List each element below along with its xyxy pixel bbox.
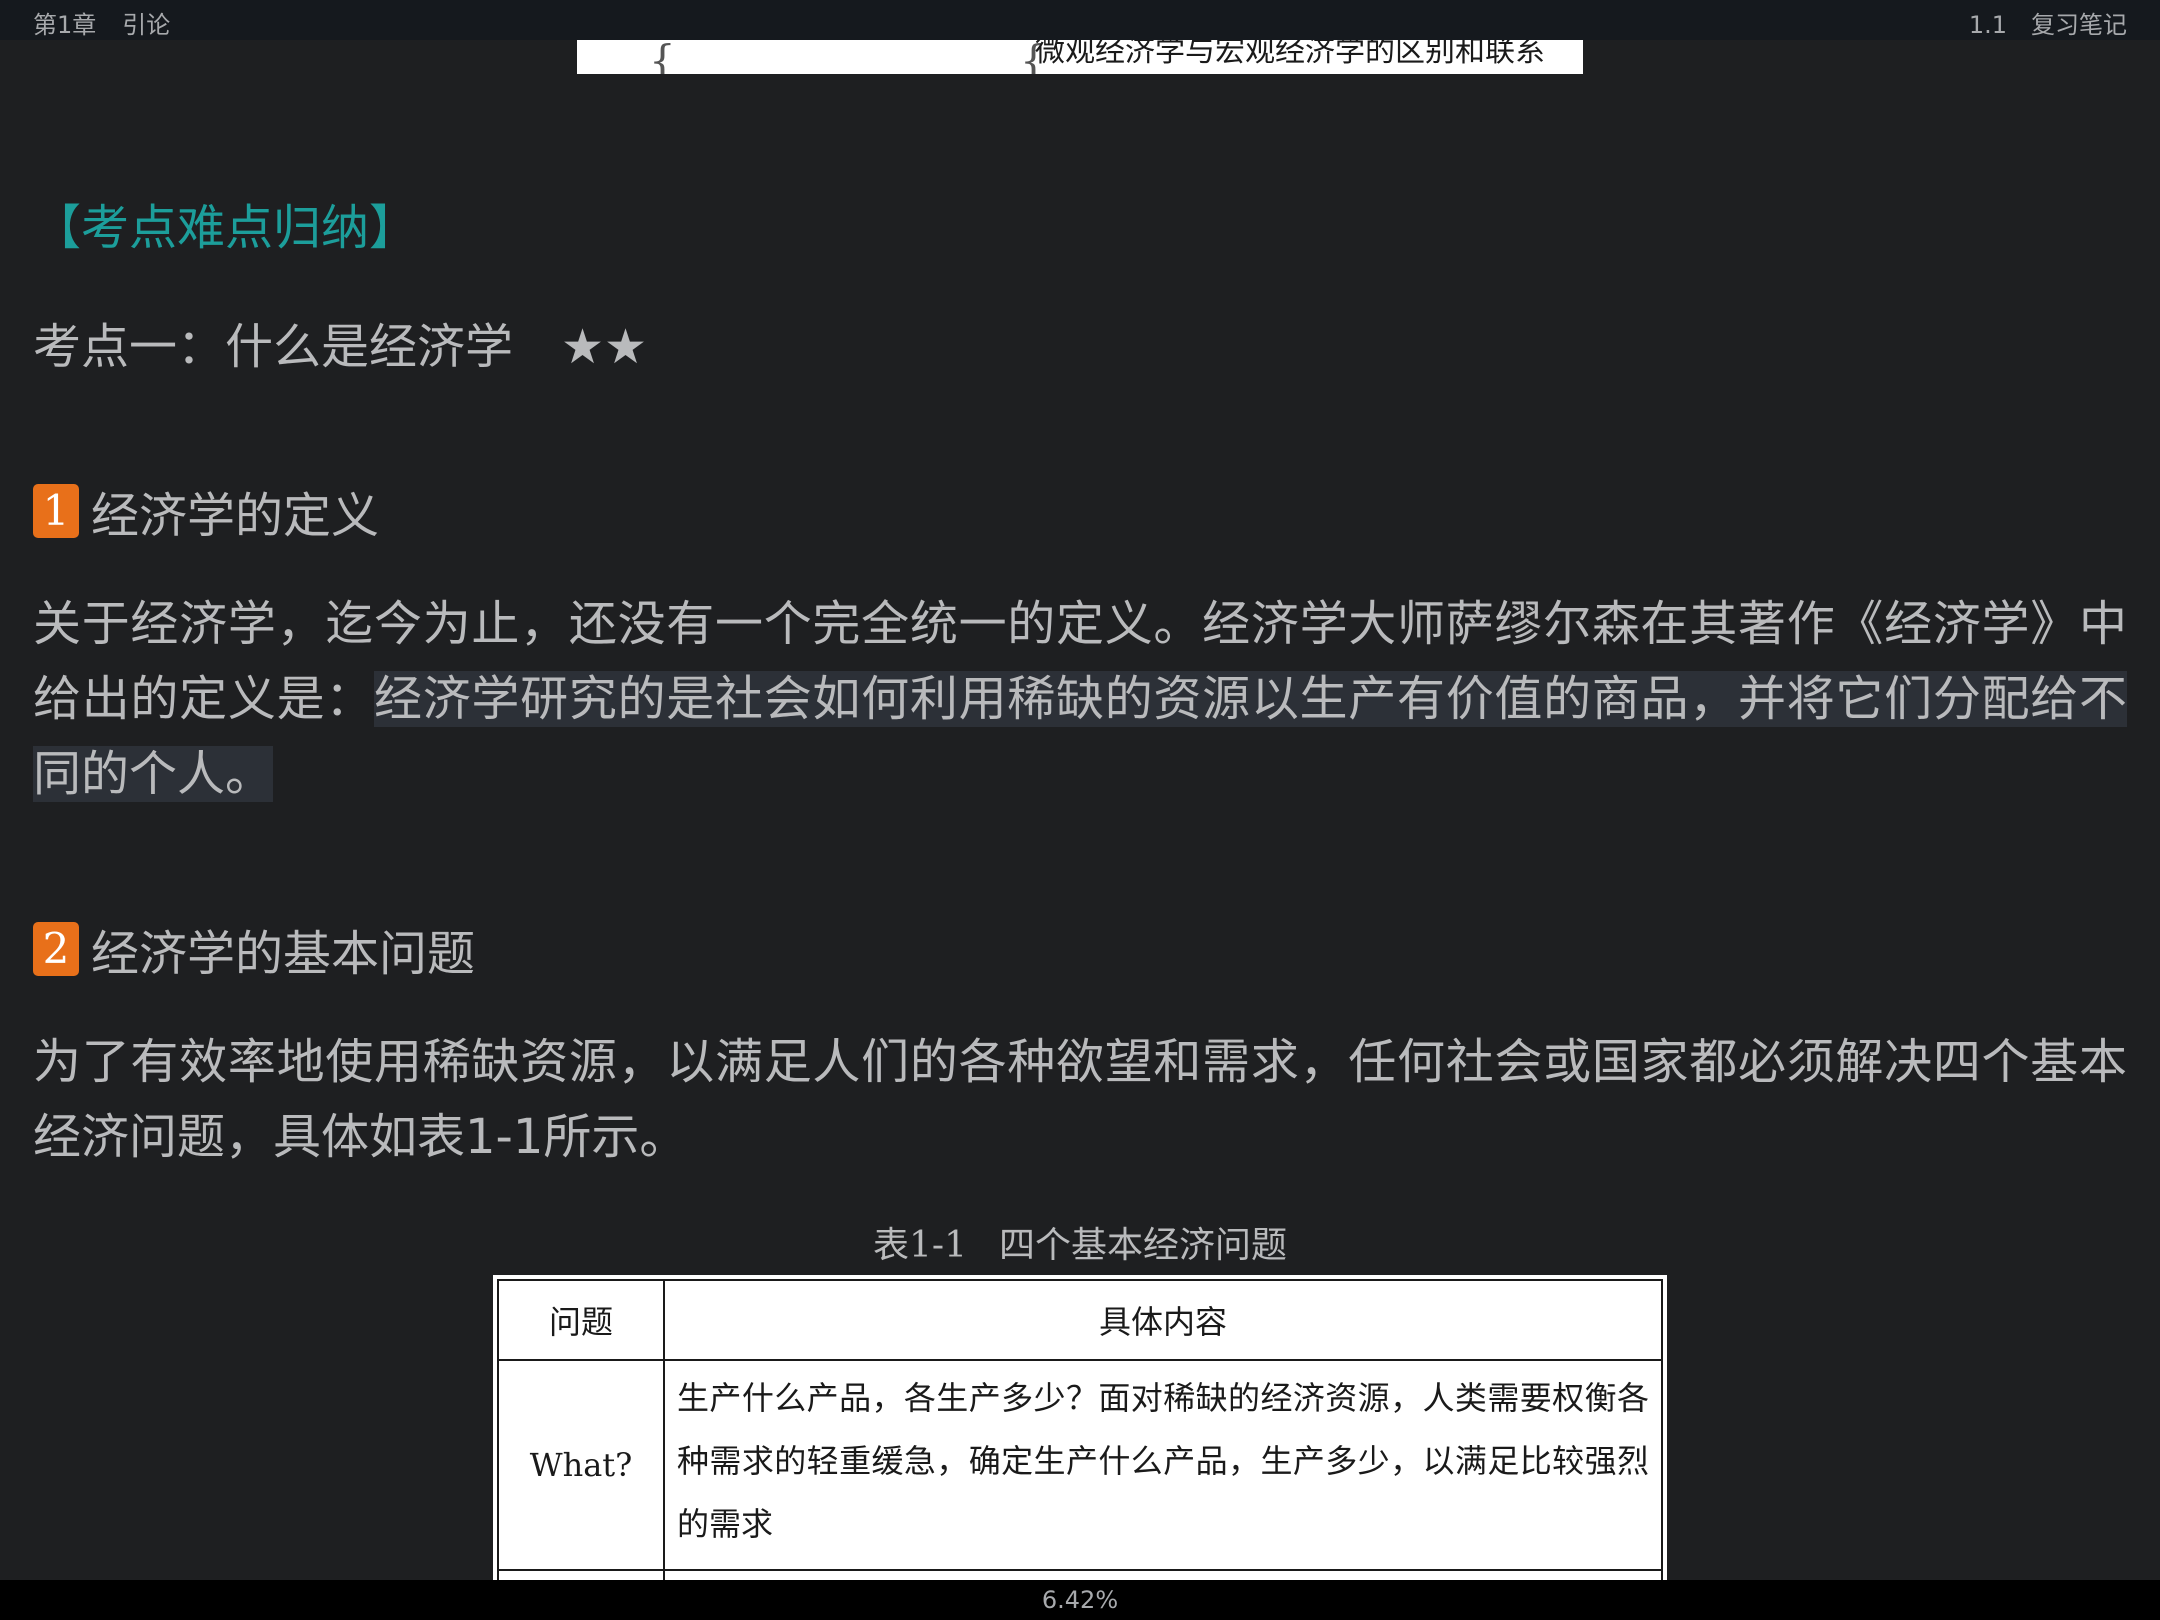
section-number: 1.1 [1968, 11, 2007, 39]
table-caption-number: 表1-1 [873, 1225, 967, 1266]
numbered-heading-1: 1 经济学的定义 [33, 476, 379, 546]
table-header-cell: 问题 [497, 1279, 665, 1361]
economic-problems-table: 问题 具体内容 What? 生产什么产品，各生产多少？面对稀缺的经济资源，人类需… [497, 1279, 1663, 1581]
kaodian-title-text: 考点一：什么是经济学 [33, 319, 514, 375]
definition-paragraph: 关于经济学，迄今为止，还没有一个完全统一的定义。经济学大师萨缪尔森在其著作《经济… [33, 587, 2127, 812]
table-caption-title: 四个基本经济问题 [998, 1225, 1287, 1266]
table-header-cell: 具体内容 [663, 1279, 1663, 1361]
star-rating-icon: ★★ [561, 319, 648, 375]
section-title: 复习笔记 [2031, 11, 2127, 39]
brace-glyph: { [649, 40, 676, 74]
diagram-text: 微观经济学与宏观经济学的区别和联系 [1035, 40, 1545, 69]
table-caption: 表1-1 四个基本经济问题 [0, 1216, 2160, 1268]
chapter-breadcrumb[interactable]: 第1章 引论 [33, 5, 196, 40]
reader-top-bar: 第1章 引论 1.1 复习笔记 [0, 0, 2160, 40]
progress-percent: 6.42% [1041, 1586, 1119, 1614]
number-badge: 2 [33, 922, 79, 976]
basic-problems-paragraph: 为了有效率地使用稀缺资源，以满足人们的各种欲望和需求，任何社会或国家都必须解决四… [33, 1034, 2127, 1165]
numbered-heading-2: 2 经济学的基本问题 [33, 914, 475, 984]
heading-text: 经济学的定义 [91, 488, 380, 544]
chapter-number: 第1章 [33, 11, 97, 39]
table-row: What? 生产什么产品，各生产多少？面对稀缺的经济资源，人类需要权衡各种需求的… [497, 1359, 1663, 1571]
table-cell-question: What? [497, 1359, 665, 1571]
economic-problems-table-image: 问题 具体内容 What? 生产什么产品，各生产多少？面对稀缺的经济资源，人类需… [493, 1275, 1667, 1581]
section-breadcrumb[interactable]: 1.1 复习笔记 [1945, 5, 2127, 40]
kaodian-title: 考点一：什么是经济学 ★★ [33, 307, 647, 377]
number-badge: 1 [33, 484, 79, 538]
section-heading: 【考点难点归纳】 [33, 200, 418, 256]
chapter-title: 引论 [122, 11, 171, 39]
embedded-diagram-image: { { 微观经济学与宏观经济学的区别和联系 [577, 40, 1583, 74]
reading-progress-bar: 6.42% [0, 1580, 2160, 1620]
table-header-row: 问题 具体内容 [497, 1279, 1663, 1361]
heading-text: 经济学的基本问题 [91, 926, 476, 982]
table-cell-content: 生产什么产品，各生产多少？面对稀缺的经济资源，人类需要权衡各种需求的轻重缓急，确… [663, 1359, 1663, 1571]
